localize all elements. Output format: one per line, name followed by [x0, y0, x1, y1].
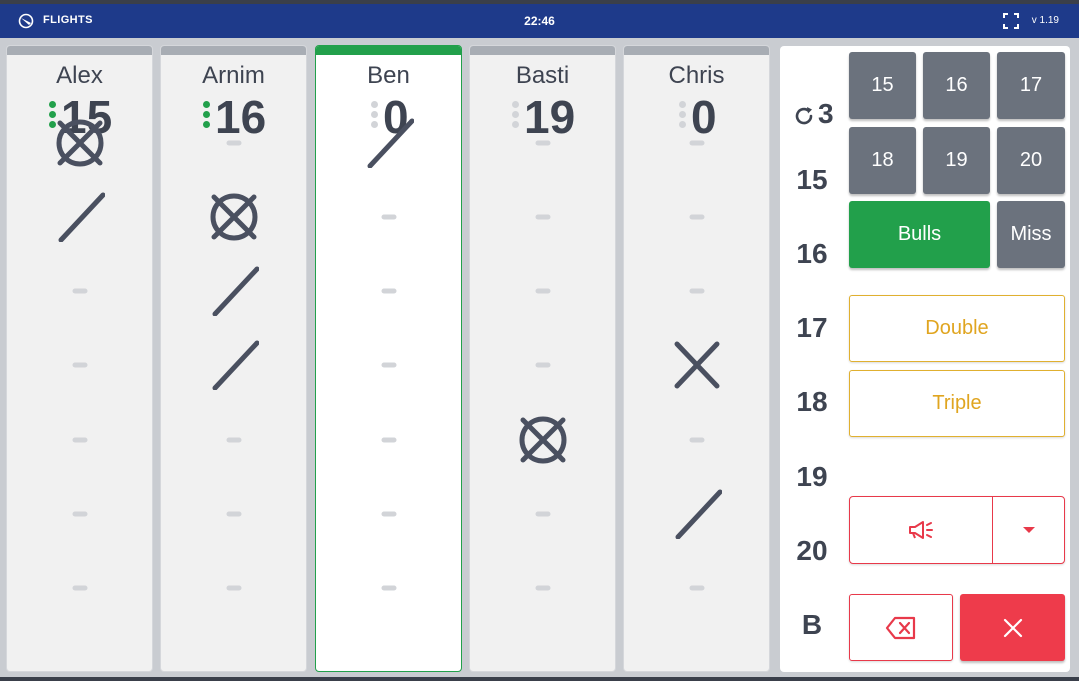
mark-none-icon [535, 140, 551, 146]
mark-none-icon [72, 288, 88, 294]
player-name: Arnim [202, 62, 265, 89]
mark-none-icon [689, 288, 705, 294]
mark-none-icon [72, 362, 88, 368]
mark-none-icon [689, 214, 705, 220]
double-button[interactable]: Double [849, 295, 1065, 362]
target-label: 17 [796, 312, 828, 343]
target-label: 16 [796, 238, 828, 269]
mark-none-icon [381, 511, 397, 517]
mark-none-icon [381, 585, 397, 591]
mark-none-icon [226, 437, 242, 443]
version-label: v 1.19 [1031, 15, 1059, 26]
mark-none-icon [689, 585, 705, 591]
mark-none-icon [381, 288, 397, 294]
mark-none-icon [535, 511, 551, 517]
mark-none-icon [226, 140, 242, 146]
announce-button[interactable] [850, 497, 993, 563]
bottom-strip [0, 677, 1079, 681]
target-label: 19 [796, 461, 828, 492]
megaphone-icon [909, 521, 933, 539]
player-column-cap [316, 46, 461, 55]
target-label: 20 [796, 535, 828, 566]
player-column[interactable]: Alex 15 [6, 45, 153, 672]
mark-none-icon [72, 511, 88, 517]
player-name: Alex [56, 62, 103, 89]
round-counter: 3 [792, 98, 842, 129]
number-18-button[interactable]: 18 [849, 127, 916, 194]
close-button[interactable] [960, 594, 1065, 661]
mark-none-icon [689, 437, 705, 443]
mark-none-icon [535, 214, 551, 220]
player-column-cap [624, 46, 769, 55]
announce-control [849, 496, 1065, 564]
refresh-icon [795, 107, 813, 125]
mark-none-icon [689, 140, 705, 146]
game-area: Alex 15 Arnim 16 Ben 0 Basti 19 Chris 0 … [0, 38, 1079, 677]
mark-none-icon [381, 437, 397, 443]
backspace-button[interactable] [849, 594, 953, 661]
player-name: Chris [668, 62, 725, 89]
number-19-button[interactable]: 19 [923, 127, 990, 194]
player-name: Ben [367, 62, 410, 89]
target-label: 15 [796, 164, 828, 195]
mark-none-icon [381, 362, 397, 368]
target-label: 18 [796, 386, 828, 417]
mark-closed-icon [519, 416, 567, 464]
player-column-cap [161, 46, 306, 55]
player-column[interactable]: Ben 0 [315, 45, 462, 672]
player-column-cap [7, 46, 152, 55]
number-20-button[interactable]: 20 [997, 127, 1065, 194]
mark-none-icon [535, 362, 551, 368]
mark-none-icon [535, 585, 551, 591]
mark-double-icon [674, 341, 720, 389]
player-name: Basti [515, 62, 570, 89]
target-label: B [801, 609, 823, 640]
mark-single-icon [212, 266, 259, 316]
number-15-button[interactable]: 15 [849, 52, 916, 119]
mark-single-icon [58, 192, 105, 242]
player-column[interactable]: Chris 0 [623, 45, 770, 672]
player-column-cap [470, 46, 615, 55]
mark-closed-icon [210, 193, 258, 241]
mark-none-icon [72, 585, 88, 591]
caret-down-icon [1023, 527, 1035, 533]
close-icon [1003, 618, 1022, 637]
mark-none-icon [535, 288, 551, 294]
number-16-button[interactable]: 16 [923, 52, 990, 119]
triple-button[interactable]: Triple [849, 370, 1065, 437]
bulls-button[interactable]: Bulls [849, 201, 990, 268]
mark-none-icon [226, 511, 242, 517]
mark-single-icon [367, 118, 414, 168]
mark-single-icon [675, 489, 722, 539]
mark-single-icon [212, 340, 259, 390]
backspace-icon [885, 616, 916, 639]
top-bar: FLIGHTS 22:46 v 1.19 [0, 0, 1079, 38]
miss-button[interactable]: Miss [997, 201, 1065, 268]
clock: 22:46 [524, 14, 555, 28]
announce-dropdown-button[interactable] [993, 497, 1065, 563]
mark-none-icon [381, 214, 397, 220]
round-number: 3 [818, 98, 834, 129]
fullscreen-icon[interactable] [1003, 13, 1019, 29]
mark-none-icon [72, 437, 88, 443]
input-panel: 3 15 16 17 18 19 20 B 15 16 17 18 19 20 … [780, 46, 1070, 672]
player-column[interactable]: Arnim 16 [160, 45, 307, 672]
number-17-button[interactable]: 17 [997, 52, 1065, 119]
mark-closed-icon [56, 119, 104, 167]
player-column[interactable]: Basti 19 [469, 45, 616, 672]
mark-none-icon [226, 585, 242, 591]
